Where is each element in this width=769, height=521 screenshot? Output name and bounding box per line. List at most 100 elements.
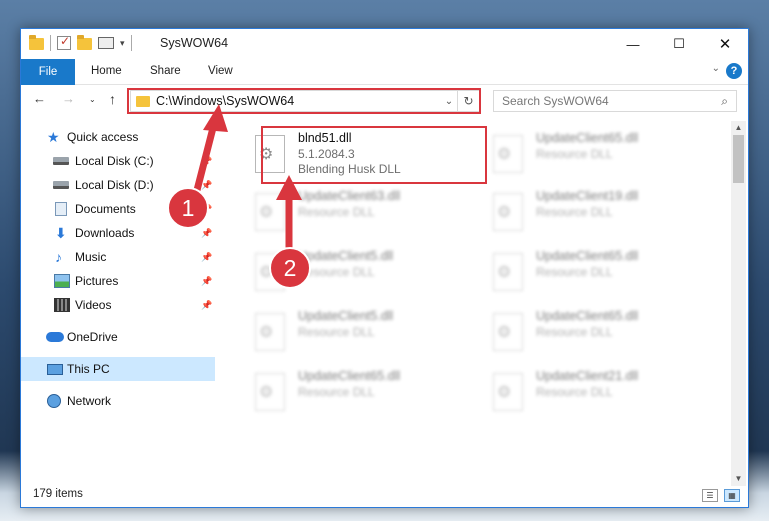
recent-locations-chevron-icon[interactable]: ⌄ bbox=[89, 95, 96, 104]
sidebar-item-label: Network bbox=[67, 394, 112, 408]
pin-icon[interactable]: 📌 bbox=[201, 300, 212, 311]
sidebar-item-label: This PC bbox=[67, 362, 110, 376]
file-item[interactable]: UpdateClient5.dll Resource DLL bbox=[245, 245, 465, 293]
file-item[interactable]: UpdateClient65.dll Resource DLL bbox=[245, 365, 465, 413]
sidebar-item-label: Videos bbox=[75, 298, 112, 312]
dll-file-icon bbox=[493, 313, 523, 351]
videos-icon bbox=[54, 298, 70, 312]
drive-icon bbox=[53, 157, 69, 165]
sidebar-item-documents[interactable]: Documents 📌 bbox=[21, 197, 215, 221]
file-name: UpdateClient65.dll bbox=[536, 131, 639, 145]
back-arrow-icon[interactable]: ← bbox=[33, 91, 46, 106]
file-item[interactable]: UpdateClient65.dll Resource DLL bbox=[483, 245, 703, 293]
file-description: Resource DLL bbox=[536, 205, 613, 219]
file-name: UpdateClient5.dll bbox=[298, 309, 394, 323]
file-item[interactable]: UpdateClient63.dll Resource DLL bbox=[245, 185, 465, 233]
sidebar-item-label: Pictures bbox=[75, 274, 119, 288]
sidebar-item-label: Music bbox=[75, 250, 107, 264]
tiles-view-icon[interactable]: ▦ bbox=[724, 489, 740, 502]
properties-check-icon[interactable] bbox=[57, 34, 71, 50]
dll-file-icon bbox=[493, 193, 523, 231]
file-description: Resource DLL bbox=[298, 265, 375, 279]
sidebar-item-music[interactable]: ♪ Music 📌 bbox=[21, 245, 215, 269]
sidebar-item-local-disk-c[interactable]: Local Disk (C:) 📌 bbox=[21, 149, 215, 173]
sidebar-item-label: OneDrive bbox=[67, 330, 118, 344]
file-item[interactable]: UpdateClient5.dll Resource DLL bbox=[245, 305, 465, 353]
file-explorer-window: ▾ SysWOW64 — ☐ ✕ File Home Share View ⌄ … bbox=[20, 28, 749, 508]
pin-icon[interactable]: 📌 bbox=[201, 204, 212, 215]
file-description: Resource DLL bbox=[536, 147, 613, 161]
up-arrow-icon[interactable]: ↑ bbox=[109, 91, 116, 107]
sidebar-item-pictures[interactable]: Pictures 📌 bbox=[21, 269, 215, 293]
scroll-up-arrow-icon[interactable]: ▲ bbox=[731, 121, 746, 135]
pin-icon[interactable]: 📌 bbox=[201, 156, 212, 167]
close-button[interactable]: ✕ bbox=[702, 29, 748, 59]
rename-icon[interactable] bbox=[98, 37, 114, 49]
file-item[interactable]: UpdateClient65.dll Resource DLL bbox=[483, 127, 703, 175]
maximize-button[interactable]: ☐ bbox=[656, 29, 702, 59]
new-folder-icon[interactable] bbox=[77, 35, 92, 50]
sidebar-item-downloads[interactable]: ⬇ Downloads 📌 bbox=[21, 221, 215, 245]
dll-file-icon bbox=[493, 253, 523, 291]
tab-file[interactable]: File bbox=[21, 59, 75, 85]
network-icon bbox=[47, 394, 61, 408]
file-description: Resource DLL bbox=[298, 325, 375, 339]
title-bar: ▾ SysWOW64 — ☐ ✕ bbox=[21, 29, 748, 59]
file-name: UpdateClient21.dll bbox=[536, 369, 639, 383]
minimize-button[interactable]: — bbox=[610, 29, 656, 59]
file-name: UpdateClient65.dll bbox=[536, 249, 639, 263]
tab-share[interactable]: Share bbox=[150, 65, 181, 77]
dll-file-icon bbox=[255, 193, 285, 231]
search-input[interactable]: Search SysWOW64 ⌕ bbox=[493, 90, 737, 112]
vertical-scrollbar[interactable]: ▲ ▼ bbox=[731, 121, 746, 486]
forward-arrow-icon[interactable]: → bbox=[62, 91, 75, 106]
minimize-icon: — bbox=[626, 36, 640, 52]
pin-icon[interactable]: 📌 bbox=[201, 228, 212, 239]
tab-view[interactable]: View bbox=[208, 65, 233, 77]
sidebar-item-onedrive[interactable]: OneDrive bbox=[21, 325, 215, 349]
details-view-icon[interactable]: ☰ bbox=[702, 489, 718, 502]
item-count: 179 items bbox=[33, 488, 83, 500]
download-icon: ⬇ bbox=[55, 225, 67, 241]
pin-icon[interactable]: 📌 bbox=[201, 276, 212, 287]
sidebar-item-local-disk-d[interactable]: Local Disk (D:) 📌 bbox=[21, 173, 215, 197]
file-name: UpdateClient65.dll bbox=[298, 369, 401, 383]
file-description: Resource DLL bbox=[536, 385, 613, 399]
file-name: UpdateClient5.dll bbox=[298, 249, 394, 263]
ribbon-tabs: File Home Share View ⌄ ? bbox=[21, 59, 748, 85]
pin-icon[interactable]: 📌 bbox=[201, 252, 212, 263]
dll-file-icon bbox=[255, 313, 285, 351]
close-icon: ✕ bbox=[718, 36, 732, 53]
search-placeholder: Search SysWOW64 bbox=[502, 94, 609, 108]
sidebar-item-network[interactable]: Network bbox=[21, 389, 215, 413]
dll-file-icon bbox=[255, 253, 285, 291]
customize-toolbar-chevron-icon[interactable]: ▾ bbox=[120, 38, 125, 49]
dll-file-icon bbox=[493, 135, 523, 173]
toolbar-divider bbox=[50, 35, 51, 51]
sidebar-item-quick-access[interactable]: ★ Quick access bbox=[21, 125, 215, 149]
navigation-bar: ← → ⌄ ↑ C:\Windows\SysWOW64 ⌄ ↻ Search S… bbox=[21, 86, 748, 116]
folder-icon[interactable] bbox=[29, 35, 44, 50]
file-name: UpdateClient65.dll bbox=[536, 309, 639, 323]
expand-ribbon-chevron-icon[interactable]: ⌄ bbox=[712, 63, 720, 74]
scroll-down-arrow-icon[interactable]: ▼ bbox=[731, 472, 746, 486]
quick-access-toolbar: ▾ bbox=[29, 34, 132, 51]
sidebar-item-label: Documents bbox=[75, 202, 136, 216]
dll-file-icon bbox=[255, 373, 285, 411]
computer-icon bbox=[47, 363, 63, 375]
pin-icon[interactable]: 📌 bbox=[201, 180, 212, 191]
toolbar-divider bbox=[130, 35, 132, 51]
file-item[interactable]: UpdateClient21.dll Resource DLL bbox=[483, 365, 703, 413]
file-name: UpdateClient19.dll bbox=[536, 189, 639, 203]
address-bar-highlight-box bbox=[127, 88, 481, 114]
sidebar-item-this-pc[interactable]: This PC bbox=[21, 357, 215, 381]
sidebar-item-videos[interactable]: Videos 📌 bbox=[21, 293, 215, 317]
file-item[interactable]: UpdateClient65.dll Resource DLL bbox=[483, 305, 703, 353]
scrollbar-thumb[interactable] bbox=[733, 135, 744, 183]
sidebar-item-label: Local Disk (D:) bbox=[75, 178, 154, 192]
help-icon[interactable]: ? bbox=[726, 63, 742, 79]
maximize-icon: ☐ bbox=[673, 36, 685, 51]
file-item[interactable]: UpdateClient19.dll Resource DLL bbox=[483, 185, 703, 233]
tab-home[interactable]: Home bbox=[91, 65, 122, 77]
search-icon[interactable]: ⌕ bbox=[721, 94, 728, 109]
